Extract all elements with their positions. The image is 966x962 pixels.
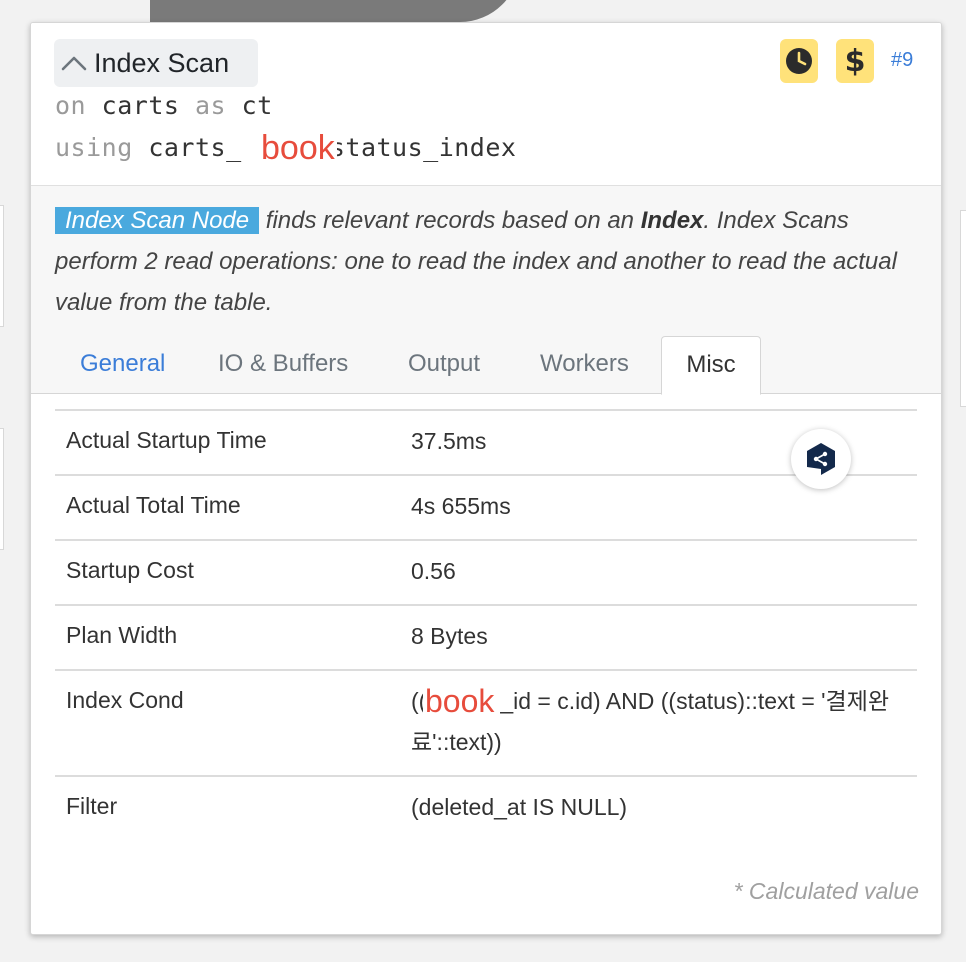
annotation-overlay: book (423, 681, 497, 721)
tab-general[interactable]: General (80, 336, 165, 393)
node-title: Index Scan (94, 47, 230, 78)
table-row: Actual Startup Time 37.5ms (55, 411, 917, 476)
detail-tabs: General IO & Buffers Output Workers Misc (31, 336, 941, 395)
calculated-value-note: * Calculated value (733, 878, 919, 904)
relation-line: on carts as ct (55, 91, 273, 120)
node-type-tag: Index Scan Node (55, 207, 260, 234)
tab-output[interactable]: Output (408, 336, 480, 393)
row-value: 4s 655ms (411, 493, 511, 519)
share-button[interactable] (791, 429, 851, 489)
left-panel-fragment (0, 205, 4, 327)
row-label: Plan Width (66, 622, 178, 648)
tab-io-buffers[interactable]: IO & Buffers (218, 336, 348, 393)
row-value: 0.56 (411, 558, 456, 584)
table-row: Filter (deleted_at IS NULL) (55, 777, 917, 840)
as-keyword: as (195, 91, 227, 120)
tab-misc[interactable]: Misc (661, 336, 761, 395)
index-name-prefix: carts_ (148, 133, 242, 162)
table-row: Actual Total Time 4s 655ms (55, 476, 917, 541)
table-row: Index Cond ((_id = c.id) AND ((status)::… (55, 671, 917, 777)
clock-icon[interactable] (780, 39, 818, 83)
row-value: (deleted_at IS NULL) (411, 794, 628, 820)
row-label: Actual Startup Time (66, 427, 267, 453)
share-icon (807, 443, 835, 475)
collapse-toggle[interactable]: Index Scan (54, 39, 258, 87)
plan-node-card: Index Scan $ #9 on carts as ct using car… (30, 22, 942, 935)
row-value: 8 Bytes (411, 623, 488, 649)
left-panel-fragment (0, 428, 4, 550)
relation-alias: ct (241, 91, 273, 120)
row-label: Filter (66, 793, 118, 819)
table-row: Startup Cost 0.56 (55, 541, 917, 606)
background-shape (150, 0, 520, 22)
dollar-icon[interactable]: $ (836, 39, 874, 83)
row-label: Startup Cost (66, 557, 194, 583)
right-panel-fragment (960, 210, 966, 407)
table-row: Plan Width 8 Bytes (55, 606, 917, 671)
node-number[interactable]: #9 (891, 49, 913, 72)
misc-table: Actual Startup Time 37.5ms Actual Total … (55, 409, 917, 840)
row-label: Actual Total Time (66, 492, 241, 518)
using-keyword: using (55, 133, 133, 162)
node-header: Index Scan $ #9 on carts as ct using car… (31, 23, 941, 185)
tab-workers[interactable]: Workers (540, 336, 629, 393)
on-keyword: on (55, 91, 87, 120)
chevron-up-icon (54, 55, 94, 71)
row-label: Index Cond (66, 687, 184, 713)
relation-name: carts (101, 91, 180, 120)
node-description: Index Scan Node finds relevant records b… (55, 207, 897, 316)
annotation-overlay: book (259, 129, 337, 168)
